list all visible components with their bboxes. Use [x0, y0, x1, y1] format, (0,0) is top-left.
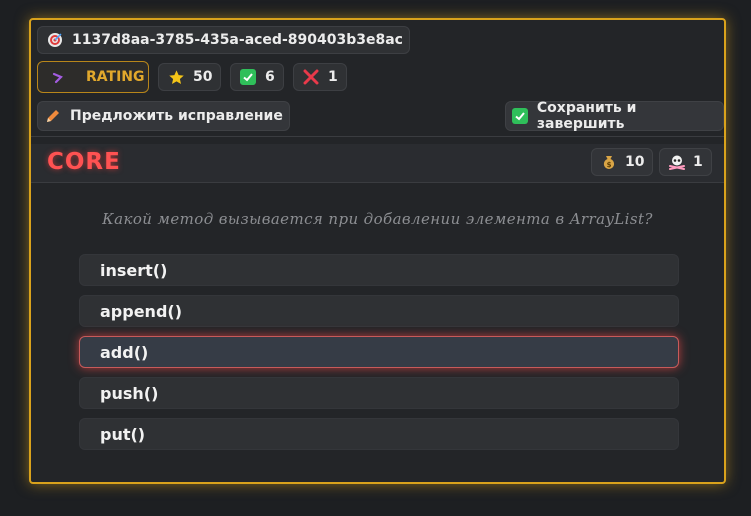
quiz-card: 1137d8aa-3785-435a-aced-890403b3e8ac RAT…	[29, 18, 726, 484]
check-box-icon	[512, 107, 529, 125]
coins-stat: $ 10	[591, 148, 654, 176]
question-text: Какой метод вызывается при добавлении эл…	[102, 210, 653, 228]
correct-count: 6	[265, 69, 275, 85]
cross-icon	[302, 68, 320, 86]
answer-option-selected[interactable]: add()	[79, 336, 679, 368]
answer-label: put()	[100, 424, 146, 444]
skull-icon	[668, 153, 686, 171]
answer-label: insert()	[100, 260, 168, 280]
star-icon	[167, 68, 185, 86]
stars-stat: 50	[158, 63, 222, 91]
wrong-stat: 1	[293, 63, 347, 91]
answer-option[interactable]: push()	[79, 377, 679, 409]
answer-label: add()	[100, 342, 149, 362]
rating-badge[interactable]: RATING	[37, 61, 149, 93]
skulls-count: 1	[693, 154, 703, 170]
suggest-fix-label: Предложить исправление	[70, 108, 283, 124]
question-id-pill[interactable]: 1137d8aa-3785-435a-aced-890403b3e8ac	[37, 26, 410, 54]
save-finish-button[interactable]: Сохранить и завершить	[505, 100, 724, 132]
answer-option[interactable]: append()	[79, 295, 679, 327]
topic-strip: CORE $ 10 1	[31, 144, 724, 183]
correct-stat: 6	[230, 63, 284, 91]
wrong-count: 1	[328, 69, 338, 85]
pencil-icon	[44, 107, 62, 125]
save-finish-label: Сохранить и завершить	[536, 100, 637, 132]
money-bag-icon: $	[600, 153, 618, 171]
suggest-fix-button[interactable]: Предложить исправление	[37, 101, 290, 131]
rating-label: RATING	[86, 69, 145, 85]
svg-text:$: $	[607, 161, 612, 169]
target-icon	[46, 31, 64, 49]
coins-count: 10	[625, 154, 645, 170]
answer-option[interactable]: insert()	[79, 254, 679, 286]
answer-label: push()	[100, 383, 159, 403]
question-id-text: 1137d8aa-3785-435a-aced-890403b3e8ac	[72, 32, 403, 48]
rating-icon	[50, 68, 68, 86]
skulls-stat: 1	[659, 148, 712, 176]
stars-count: 50	[193, 69, 213, 85]
header-divider	[31, 136, 724, 137]
topic-label: CORE	[47, 149, 121, 175]
answer-label: append()	[100, 301, 183, 321]
check-box-icon	[239, 68, 257, 86]
answer-list: insert() append() add() push() put()	[79, 254, 679, 459]
answer-option[interactable]: put()	[79, 418, 679, 450]
